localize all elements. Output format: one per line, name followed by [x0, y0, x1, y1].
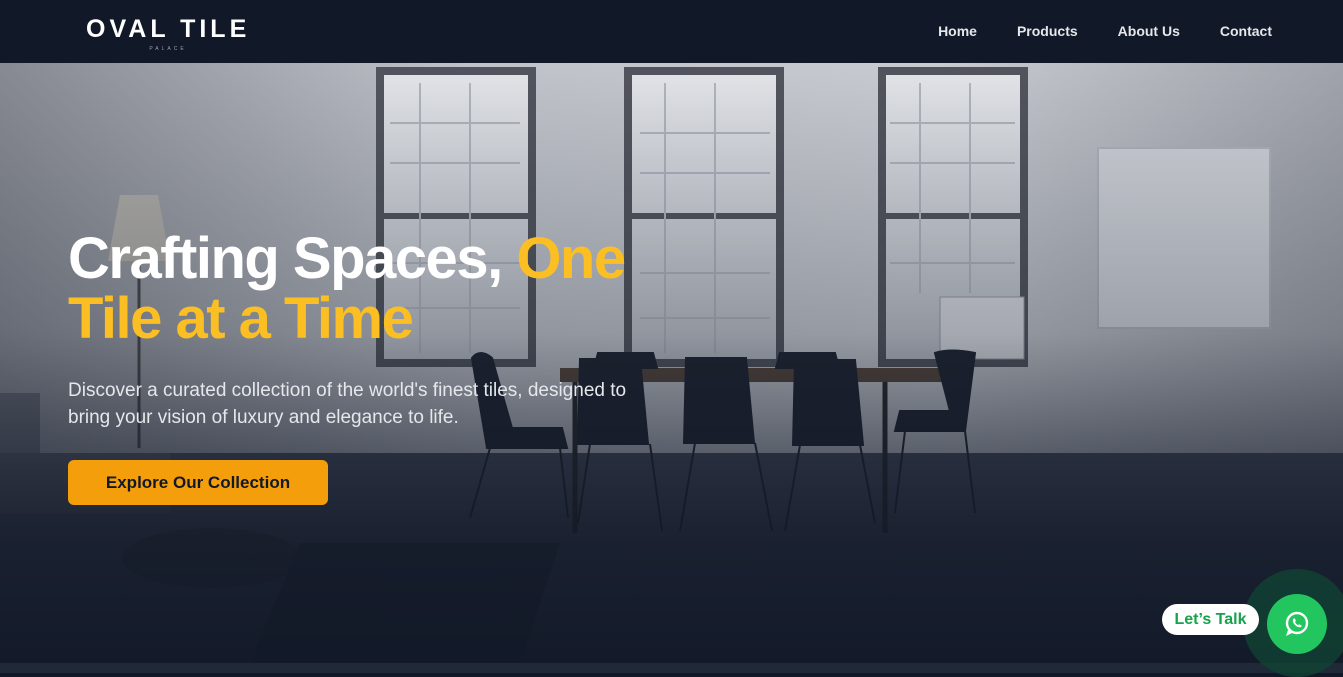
nav-about-us[interactable]: About Us	[1118, 21, 1180, 41]
hero-subtitle: Discover a curated collection of the wor…	[68, 380, 627, 428]
brand-logo[interactable]: OVAL TILE PALACE	[86, 15, 250, 55]
explore-collection-button[interactable]: Explore Our Collection	[68, 460, 328, 505]
main-nav: Home Products About Us Contact	[898, 21, 1272, 41]
lets-talk-label[interactable]: Let’s Talk	[1162, 604, 1259, 635]
brand-tagline: PALACE	[149, 46, 187, 52]
whatsapp-chat-button[interactable]	[1267, 594, 1327, 654]
whatsapp-icon	[1285, 611, 1309, 636]
hero-title: Crafting Spaces, One Tile at a Time	[68, 229, 708, 349]
hero-content: Crafting Spaces, One Tile at a Time Disc…	[68, 229, 708, 505]
next-section-edge	[0, 663, 1343, 673]
brand-name: OVAL TILE	[86, 15, 251, 43]
hero-title-primary: Crafting Spaces,	[68, 226, 503, 291]
nav-home[interactable]: Home	[938, 21, 977, 41]
site-navbar: OVAL TILE PALACE Home Products About Us …	[0, 0, 1343, 63]
hero-section: Crafting Spaces, One Tile at a Time Disc…	[0, 63, 1343, 663]
nav-products[interactable]: Products	[1017, 21, 1078, 41]
nav-contact[interactable]: Contact	[1220, 21, 1272, 41]
